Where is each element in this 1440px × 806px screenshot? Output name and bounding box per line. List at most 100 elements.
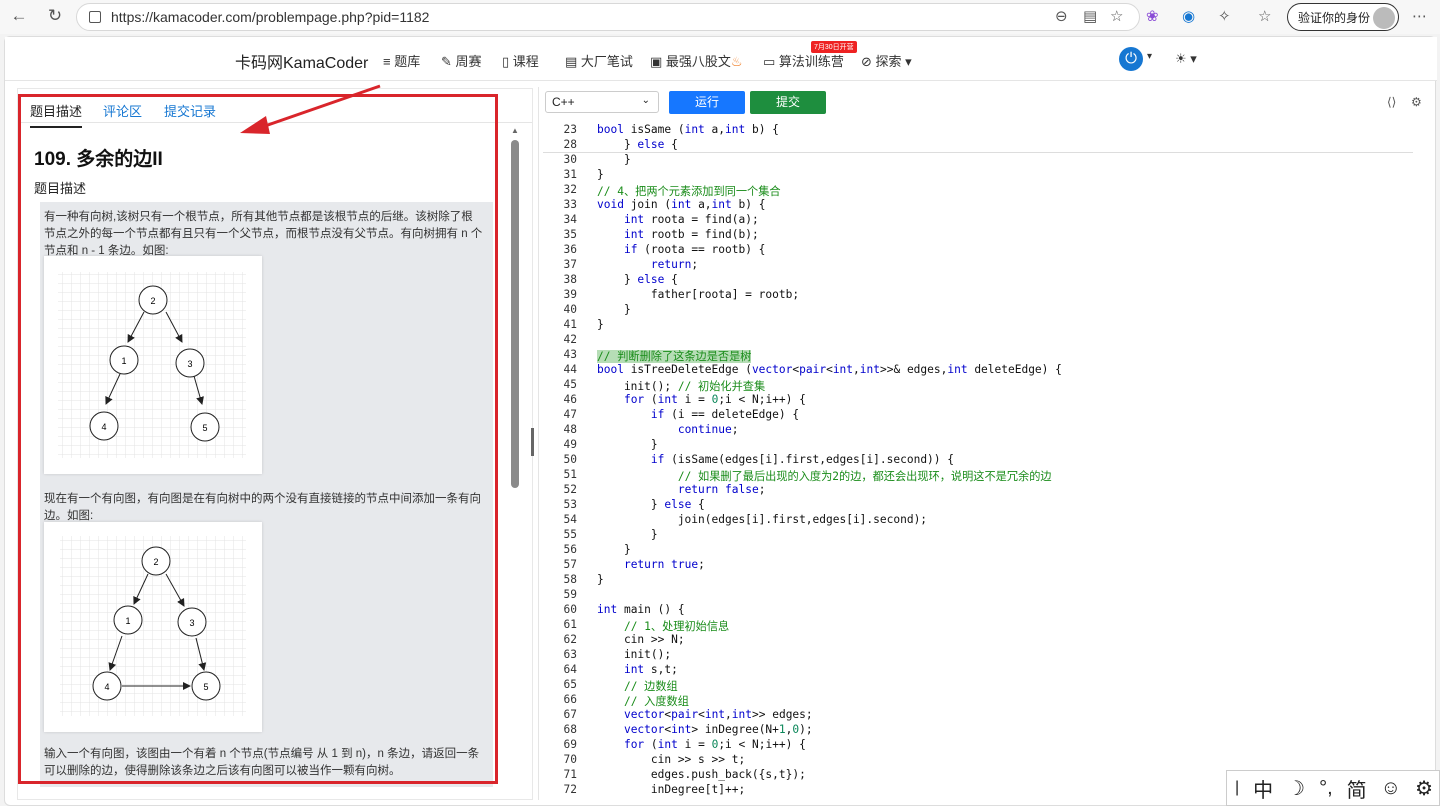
code-text[interactable]: int s,t; <box>597 663 678 676</box>
code-line[interactable]: 44 bool isTreeDeleteEdge (vector<pair<int… <box>539 363 1419 378</box>
code-line[interactable]: 48 continue; <box>539 423 1419 438</box>
code-text[interactable]: void join (int a,int b) { <box>597 198 765 211</box>
code-text[interactable]: } <box>597 573 604 586</box>
code-line[interactable]: 39 father[roota] = rootb; <box>539 288 1419 303</box>
code-line[interactable]: 30 } <box>539 153 1419 168</box>
lock-icon[interactable] <box>89 11 101 23</box>
code-line[interactable]: 68 vector<int> inDegree(N+1,0); <box>539 723 1419 738</box>
code-text[interactable]: } <box>597 153 631 166</box>
code-line[interactable]: 23 bool isSame (int a,int b) { <box>539 123 1419 138</box>
code-line[interactable]: 45 init(); // 初始化并查集 <box>539 378 1419 393</box>
code-text[interactable]: if (i == deleteEdge) { <box>597 408 799 421</box>
gear-icon[interactable]: ⚙ <box>1411 95 1422 109</box>
code-line[interactable]: 55 } <box>539 528 1419 543</box>
nav-weekly[interactable]: ✎ 周赛 <box>441 51 482 70</box>
code-text[interactable]: init(); <box>597 648 671 661</box>
left-scrollbar[interactable]: ▲ <box>510 126 520 796</box>
theme-toggle-icon[interactable]: ☀ ▾ <box>1175 51 1197 67</box>
code-line[interactable]: 50 if (isSame(edges[i].first,edges[i].se… <box>539 453 1419 468</box>
code-line[interactable]: 61 // 1、处理初始信息 <box>539 618 1419 633</box>
nav-courses[interactable]: ▯ 课程 <box>502 51 539 70</box>
code-text[interactable]: // 判断删除了这条边是否是树 <box>597 348 752 364</box>
code-text[interactable]: } <box>597 168 604 181</box>
code-text[interactable]: inDegree[t]++; <box>597 783 745 796</box>
code-line[interactable]: 53 } else { <box>539 498 1419 513</box>
submit-button[interactable]: 提交 <box>750 91 826 114</box>
ime-mode[interactable]: 中 <box>1253 774 1273 803</box>
code-line[interactable]: 56 } <box>539 543 1419 558</box>
code-line[interactable]: 70 cin >> s >> t; <box>539 753 1419 768</box>
back-icon[interactable]: ← <box>8 6 30 26</box>
code-line[interactable]: 33 void join (int a,int b) { <box>539 198 1419 213</box>
code-line[interactable]: 46 for (int i = 0;i < N;i++) { <box>539 393 1419 408</box>
code-line[interactable]: 38 } else { <box>539 273 1419 288</box>
code-text[interactable]: init(); // 初始化并查集 <box>597 378 765 394</box>
code-text[interactable]: bool isSame (int a,int b) { <box>597 123 779 136</box>
code-text[interactable]: return true; <box>597 558 705 571</box>
code-text[interactable]: join(edges[i].first,edges[i].second); <box>597 513 927 526</box>
code-line[interactable]: 62 cin >> N; <box>539 633 1419 648</box>
code-text[interactable]: } <box>597 543 631 556</box>
scroll-thumb[interactable] <box>511 140 519 488</box>
code-text[interactable]: for (int i = 0;i < N;i++) { <box>597 393 806 406</box>
code-line[interactable]: 60 int main () { <box>539 603 1419 618</box>
extension-icon[interactable]: ◉ <box>1182 7 1195 25</box>
reload-icon[interactable]: ↻ <box>44 6 66 26</box>
code-text[interactable]: continue; <box>597 423 739 436</box>
code-text[interactable]: cin >> s >> t; <box>597 753 745 766</box>
moon-icon[interactable]: ☽ <box>1287 776 1305 801</box>
code-line[interactable]: 69 for (int i = 0;i < N;i++) { <box>539 738 1419 753</box>
code-line[interactable]: 67 vector<pair<int,int>> edges; <box>539 708 1419 723</box>
ime-toolbar[interactable]: | 中 ☽ °, 简 ☺ ⚙ <box>1226 770 1440 806</box>
nav-training[interactable]: ▭ 算法训练营 <box>763 51 844 70</box>
zoom-icon[interactable]: ⊖ <box>1055 7 1068 25</box>
code-line[interactable]: 49 } <box>539 438 1419 453</box>
code-text[interactable]: if (roota == rootb) { <box>597 243 765 256</box>
code-text[interactable]: } <box>597 318 604 331</box>
collections-icon[interactable]: ☆ <box>1258 7 1271 25</box>
code-text[interactable]: } else { <box>597 498 705 511</box>
tab-comments[interactable]: 评论区 <box>103 101 142 120</box>
code-line[interactable]: 63 init(); <box>539 648 1419 663</box>
code-text[interactable]: for (int i = 0;i < N;i++) { <box>597 738 806 751</box>
code-line[interactable]: 51 // 如果删了最后出现的入度为2的边，都还会出现环，说明这不是冗余的边 <box>539 468 1419 483</box>
code-line[interactable]: 57 return true; <box>539 558 1419 573</box>
tab-description[interactable]: 题目描述 <box>30 101 83 128</box>
code-text[interactable]: } else { <box>597 138 678 151</box>
url-text[interactable]: https://kamacoder.com/problempage.php?pi… <box>111 9 429 25</box>
ime-handle[interactable]: | <box>1235 779 1239 797</box>
tab-submissions[interactable]: 提交记录 <box>164 101 216 120</box>
code-line[interactable]: 37 return; <box>539 258 1419 273</box>
run-button[interactable]: 运行 <box>669 91 745 114</box>
nav-baguwen[interactable]: ▣ 最强八股文♨ <box>650 51 743 70</box>
code-text[interactable]: // 边数组 <box>597 678 678 694</box>
code-text[interactable]: father[roota] = rootb; <box>597 288 799 301</box>
code-line[interactable]: 28 } else { <box>539 138 1419 153</box>
code-text[interactable]: vector<pair<int,int>> edges; <box>597 708 813 721</box>
editor-scrollbar[interactable] <box>1412 123 1426 793</box>
code-line[interactable]: 64 int s,t; <box>539 663 1419 678</box>
code-line[interactable]: 31} <box>539 168 1419 183</box>
code-text[interactable]: } <box>597 438 658 451</box>
code-text[interactable]: int roota = find(a); <box>597 213 759 226</box>
code-line[interactable]: 54 join(edges[i].first,edges[i].second); <box>539 513 1419 528</box>
nav-explore[interactable]: ⊘ 探索 ▾ <box>861 51 912 70</box>
code-line[interactable]: 47 if (i == deleteEdge) { <box>539 408 1419 423</box>
language-select[interactable]: C++ ⌄ <box>545 91 659 113</box>
code-line[interactable]: 32 // 4、把两个元素添加到同一个集合 <box>539 183 1419 198</box>
code-line[interactable]: 35 int rootb = find(b); <box>539 228 1419 243</box>
favorite-icon[interactable]: ☆ <box>1110 7 1123 25</box>
code-line[interactable]: 40 } <box>539 303 1419 318</box>
emoji-icon[interactable]: ☺ <box>1381 777 1401 800</box>
simplified-toggle[interactable]: 简 <box>1347 774 1367 803</box>
code-line[interactable]: 65 // 边数组 <box>539 678 1419 693</box>
code-line[interactable]: 36 if (roota == rootb) { <box>539 243 1419 258</box>
brain-extension-icon[interactable]: ❀ <box>1146 7 1159 25</box>
reader-icon[interactable]: ▤ <box>1083 7 1097 25</box>
code-line[interactable]: 52 return false; <box>539 483 1419 498</box>
code-text[interactable]: } <box>597 528 658 541</box>
chevron-down-icon[interactable]: ▾ <box>1147 51 1152 62</box>
code-line[interactable]: 42 <box>539 333 1419 348</box>
code-text[interactable]: bool isTreeDeleteEdge (vector<pair<int,i… <box>597 363 1062 376</box>
code-text[interactable]: cin >> N; <box>597 633 685 646</box>
